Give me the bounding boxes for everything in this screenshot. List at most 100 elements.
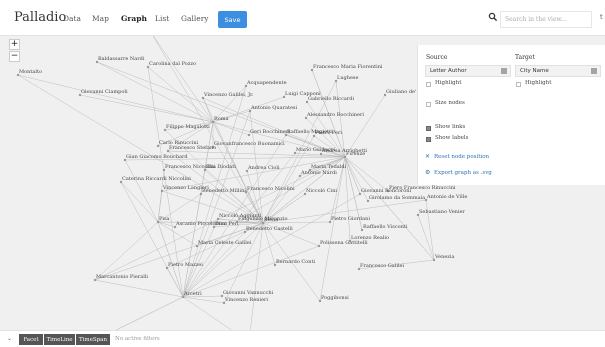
show-links-checkbox[interactable]: [426, 126, 431, 131]
graph-node-label: Baldassarre Nardi: [98, 56, 145, 62]
graph-node[interactable]: Raffaello Visconti: [360, 224, 408, 232]
graph-node[interactable]: Pietro Giordani: [328, 216, 371, 224]
graph-node[interactable]: Antonio de Ville: [424, 194, 468, 202]
graph-node[interactable]: Giovanfrancesco Buonamici: [211, 141, 285, 149]
graph-node-label: Carolina dal Pozzo: [149, 61, 196, 67]
graph-node[interactable]: Antonio Quaratesi: [248, 105, 298, 113]
target-select[interactable]: City Name: [515, 65, 601, 77]
graph-node-label: Pisa: [159, 216, 170, 222]
graph-node[interactable]: Geri Bocchineri: [247, 129, 290, 137]
graph-node[interactable]: Filippo Magalotti: [163, 124, 210, 132]
graph-node[interactable]: Firenze: [343, 151, 365, 159]
graph-node-label: Acquapendente: [246, 80, 287, 86]
nav-graph[interactable]: Graph: [121, 14, 147, 23]
graph-node[interactable]: Gabriello Riccardi: [305, 96, 355, 104]
search-icon: [488, 12, 498, 22]
graph-node-label: Polissena Gattitelli: [320, 240, 368, 246]
facet-button[interactable]: Facet: [19, 334, 43, 345]
reset-node-position-link[interactable]: Reset node position: [434, 154, 489, 160]
graph-node[interactable]: Acquapendente: [244, 80, 287, 88]
graph-node-label: Maria Celeste Galilei: [198, 240, 252, 246]
graph-node[interactable]: Pietro Mazzei: [165, 262, 203, 270]
graph-node[interactable]: Francesco Galilei: [357, 263, 405, 271]
graph-node-label: Venezia: [434, 254, 455, 260]
show-labels-checkbox[interactable]: [426, 137, 431, 142]
graph-node-label: Filippo Magalotti: [166, 124, 210, 130]
graph-node[interactable]: Pietro Peri: [312, 130, 343, 138]
graph-node[interactable]: Montalto: [16, 69, 42, 77]
graph-node-label: Raffaello Visconti: [363, 224, 408, 230]
graph-node-label: Gabriello Riccardi: [308, 96, 354, 102]
graph-link: [153, 36, 214, 123]
show-labels-label: Show labels: [435, 135, 469, 141]
save-button[interactable]: Save: [218, 11, 247, 28]
graph-link: [182, 296, 225, 304]
graph-link: [124, 159, 159, 223]
graph-node[interactable]: Marcantonio Pieralli: [93, 274, 149, 282]
graph-node[interactable]: Bernardo Conti: [273, 259, 316, 267]
graph-link: [344, 156, 389, 192]
zoom-out-button[interactable]: −: [9, 51, 20, 62]
graph-node-label: Arcetri: [183, 291, 202, 297]
graph-node[interactable]: Baldassarre Nardi: [95, 56, 145, 64]
graph-node-label: Vincenzo Renieri: [224, 297, 268, 303]
nav-map[interactable]: Map: [92, 14, 109, 23]
graph-node[interactable]: Dino Peri: [212, 221, 239, 229]
graph-node[interactable]: Vincenzo Renieri: [222, 297, 269, 305]
graph-link: [17, 74, 214, 123]
graph-node-label: Gian Giacomo Bouchard: [126, 154, 188, 160]
app-brand[interactable]: Palladio: [14, 10, 66, 25]
graph-node[interactable]: Venezia: [432, 254, 455, 262]
graph-node[interactable]: Sebastiano Venier: [416, 209, 466, 217]
graph-node-label: Pietro Mazzei: [168, 262, 203, 268]
menu-icon: [591, 68, 597, 74]
top-navbar: Palladio Data Map Graph List Gallery Sav…: [0, 0, 605, 36]
graph-node-label: Francesco Stefano: [169, 145, 216, 151]
graph-node-label: Niccolò Cini: [306, 187, 337, 194]
search-input[interactable]: [500, 11, 592, 28]
graph-node[interactable]: Elia Diodati: [203, 164, 236, 172]
graph-node-label: Poggibonsi: [321, 295, 349, 301]
graph-node-label: Francesco Maria Fiorentini: [313, 64, 383, 70]
export-graph-link[interactable]: Export graph as .svg: [434, 170, 492, 176]
graph-node[interactable]: Lughese: [334, 75, 359, 83]
graph-node-label: Girolamo da Sommaia: [369, 195, 425, 201]
graph-node[interactable]: Maria Celeste Galilei: [195, 240, 252, 248]
graph-node[interactable]: Alessandro Bocchineri: [304, 112, 365, 120]
nav-data[interactable]: Data: [63, 14, 81, 23]
graph-link: [115, 296, 184, 330]
graph-node-label: Siena: [264, 217, 278, 223]
nav-list[interactable]: List: [155, 14, 169, 23]
graph-node-label: Benedetto Millini: [202, 188, 246, 194]
graph-node[interactable]: Benedetto Millini: [199, 188, 247, 196]
timespan-button[interactable]: TimeSpan: [76, 334, 110, 345]
target-title: Target: [515, 54, 535, 61]
target-highlight-checkbox[interactable]: [516, 82, 521, 87]
nav-gallery[interactable]: Gallery: [181, 14, 209, 23]
graph-node[interactable]: Poggibonsi: [318, 295, 349, 303]
source-highlight-checkbox[interactable]: [426, 82, 431, 87]
graph-node[interactable]: Vincenzo Galilei, Jr.: [201, 92, 254, 100]
graph-node[interactable]: Antonio Nardi: [298, 170, 337, 178]
graph-node-label: Geri Bocchineri: [250, 129, 290, 135]
graph-node[interactable]: Francesco Maria Fiorentini: [310, 64, 383, 72]
size-nodes-checkbox[interactable]: [426, 102, 431, 107]
chevron-down-icon[interactable]: ⌄: [7, 335, 12, 342]
graph-link: [344, 156, 369, 202]
graph-link: [319, 156, 346, 302]
source-highlight-label: Highlight: [435, 80, 462, 86]
timeline-button[interactable]: TimeLine: [44, 334, 75, 345]
graph-link: [202, 97, 264, 224]
zoom-in-button[interactable]: +: [9, 39, 20, 50]
graph-node[interactable]: Giovanni Ciampoli: [78, 89, 128, 97]
graph-node-label: Vincenzo Galilei, Jr.: [203, 92, 254, 98]
graph-node-label: Marcantonio Pieralli: [96, 274, 148, 280]
active-filters-status: No active filters: [115, 336, 160, 342]
source-select[interactable]: Letter Author: [425, 65, 511, 77]
overflow-glyph: t: [600, 13, 603, 21]
graph-node-label: Pietro Giordani: [331, 216, 370, 222]
graph-node[interactable]: Polissena Gattitelli: [317, 240, 368, 248]
graph-node[interactable]: Niccolò Cini: [303, 187, 338, 196]
graph-node[interactable]: Caterina Riccardi Niccolini: [119, 176, 191, 184]
target-value: City Name: [520, 68, 549, 74]
